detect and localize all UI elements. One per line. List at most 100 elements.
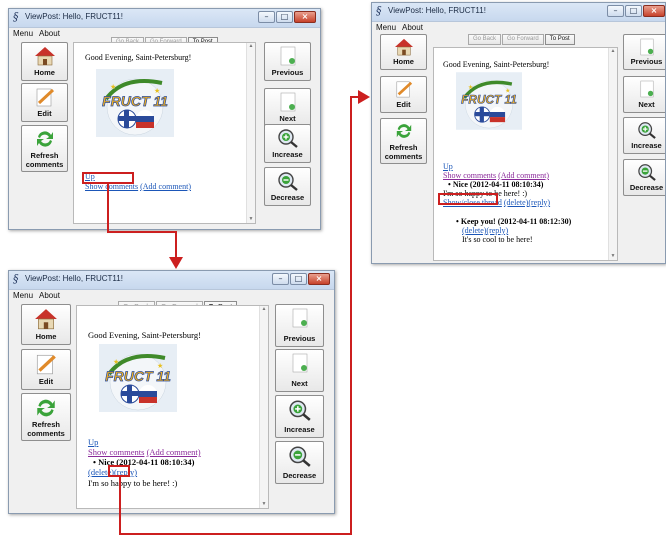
previous-icon: [640, 38, 653, 56]
scrollbar[interactable]: ▲ ▼: [259, 306, 268, 508]
scroll-up-icon[interactable]: ▲: [247, 44, 255, 49]
fruct-logo-image: FRUCT 11 ★ ★: [456, 72, 522, 130]
titlebar[interactable]: § ViewPost: Hello, FRUCT11! – □ ×: [9, 9, 320, 28]
svg-text:★: ★: [505, 88, 510, 95]
arrow-head-down-icon: [169, 257, 183, 269]
close-button[interactable]: ×: [294, 11, 316, 23]
scroll-down-icon[interactable]: ▼: [260, 502, 268, 507]
connector-line: [107, 231, 177, 233]
scroll-up-icon[interactable]: ▲: [260, 307, 268, 312]
connector-line: [119, 477, 121, 535]
to-post-button[interactable]: To Post: [544, 34, 575, 45]
home-icon: [35, 309, 57, 330]
close-button[interactable]: ×: [643, 5, 665, 17]
arrow-head-right-icon: [358, 90, 370, 104]
app-icon: §: [376, 4, 382, 17]
home-button[interactable]: Home: [21, 42, 68, 81]
titlebar[interactable]: § ViewPost: Hello, FRUCT11! – □ ×: [9, 271, 334, 290]
logo-text: FRUCT 11: [105, 368, 171, 384]
maximize-button[interactable]: □: [290, 273, 307, 285]
refresh-comments-button[interactable]: Refresh comments: [21, 125, 68, 172]
refresh-comments-button[interactable]: Refresh comments: [21, 393, 71, 441]
window-controls: – □ ×: [271, 273, 330, 286]
decrease-label: Decrease: [270, 193, 305, 202]
go-forward-button[interactable]: Go Forward: [502, 34, 544, 45]
maximize-button[interactable]: □: [276, 11, 293, 23]
maximize-button[interactable]: □: [625, 5, 642, 17]
delete-link[interactable]: (delete): [504, 198, 528, 207]
maximize-icon: □: [629, 6, 638, 15]
svg-text:★: ★: [157, 362, 163, 370]
maximize-icon: □: [294, 274, 303, 283]
refresh-icon: [37, 399, 55, 417]
up-link[interactable]: Up: [443, 162, 453, 171]
window-title: ViewPost: Hello, FRUCT11!: [25, 12, 123, 21]
highlight-show-close-thread: [438, 193, 498, 205]
refresh-comments-button[interactable]: Refresh comments: [380, 118, 427, 164]
decrease-button[interactable]: Decrease: [275, 441, 324, 484]
home-button[interactable]: Home: [21, 304, 71, 345]
menu-item-about[interactable]: About: [39, 29, 60, 38]
post-greeting: Good Evening, Saint-Petersburg!: [88, 330, 201, 340]
scroll-up-icon[interactable]: ▲: [609, 49, 617, 54]
next-button[interactable]: Next: [264, 88, 311, 127]
post-content: Good Evening, Saint-Petersburg! FRUCT 11…: [76, 305, 269, 509]
edit-button[interactable]: Edit: [380, 76, 427, 113]
connector-line: [119, 533, 352, 535]
svg-text:★: ★: [113, 358, 119, 366]
refresh-label: Refresh comments: [384, 143, 423, 161]
minimize-button[interactable]: –: [607, 5, 624, 17]
add-comment-link[interactable]: (Add comment): [140, 182, 191, 191]
scrollbar[interactable]: ▲ ▼: [246, 43, 255, 223]
edit-button[interactable]: Edit: [21, 83, 68, 122]
close-button[interactable]: ×: [308, 273, 330, 285]
next-label: Next: [291, 379, 308, 388]
connector-line: [107, 184, 109, 232]
edit-button[interactable]: Edit: [21, 349, 71, 390]
up-link[interactable]: Up: [88, 437, 98, 447]
nav-toolbar: Go Back Go Forward To Post: [468, 34, 576, 45]
menu-item-menu[interactable]: Menu: [13, 29, 33, 38]
previous-button[interactable]: Previous: [264, 42, 311, 81]
menu-item-menu[interactable]: Menu: [376, 23, 396, 32]
decrease-label: Decrease: [282, 471, 317, 480]
home-button[interactable]: Home: [380, 34, 427, 70]
increase-button[interactable]: Increase: [623, 117, 665, 154]
window-controls: – □ ×: [606, 5, 665, 18]
edit-icon: [396, 81, 412, 98]
next-button[interactable]: Next: [275, 349, 324, 392]
edit-icon: [36, 354, 56, 375]
show-comments-link[interactable]: Show comments: [88, 447, 144, 457]
logo-text: FRUCT 11: [461, 93, 517, 107]
scroll-down-icon[interactable]: ▼: [609, 254, 617, 259]
refresh-icon: [396, 124, 411, 138]
fruct-logo-image: FRUCT 11 ★ ★: [99, 344, 177, 412]
next-button[interactable]: Next: [623, 76, 665, 113]
previous-button[interactable]: Previous: [623, 34, 665, 70]
menu-item-about[interactable]: About: [402, 23, 423, 32]
window-title: ViewPost: Hello, FRUCT11!: [25, 274, 123, 283]
minimize-button[interactable]: –: [258, 11, 275, 23]
add-comment-link[interactable]: (Add comment): [147, 447, 201, 457]
go-back-button[interactable]: Go Back: [468, 34, 502, 45]
show-comments-link[interactable]: Show comments: [443, 171, 496, 180]
reply-actions-link[interactable]: (delete)(reply): [462, 226, 508, 235]
reply-link[interactable]: (reply): [528, 198, 550, 207]
scroll-down-icon[interactable]: ▼: [247, 217, 255, 222]
menu-item-about[interactable]: About: [39, 291, 60, 300]
close-icon: ×: [315, 274, 323, 283]
add-comment-link[interactable]: (Add comment): [498, 171, 549, 180]
next-icon: [640, 80, 653, 98]
increase-label: Increase: [631, 141, 662, 150]
minimize-button[interactable]: –: [272, 273, 289, 285]
zoom-in-icon: [637, 122, 656, 139]
scrollbar[interactable]: ▲ ▼: [608, 48, 617, 260]
decrease-button[interactable]: Decrease: [264, 167, 311, 206]
post-content: Good Evening, Saint-Petersburg! FRUCT 11…: [433, 47, 618, 261]
increase-button[interactable]: Increase: [264, 124, 311, 163]
previous-button[interactable]: Previous: [275, 304, 324, 347]
increase-button[interactable]: Increase: [275, 395, 324, 438]
decrease-button[interactable]: Decrease: [623, 159, 665, 196]
menu-item-menu[interactable]: Menu: [13, 291, 33, 300]
titlebar[interactable]: § ViewPost: Hello, FRUCT11! – □ ×: [372, 3, 665, 22]
